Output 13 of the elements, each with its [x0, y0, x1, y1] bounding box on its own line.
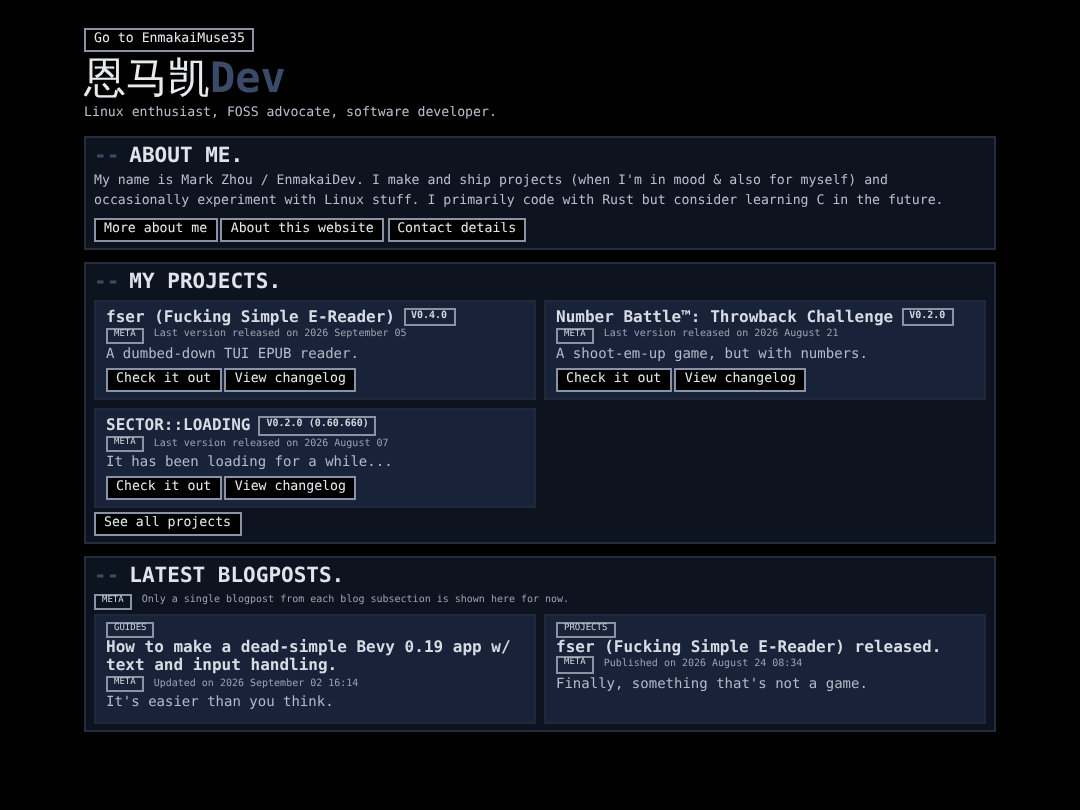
heading-prefix: --	[94, 270, 120, 295]
blog-title: fser (Fucking Simple E-Reader) released.	[556, 637, 944, 657]
section-heading: ABOUT ME.	[129, 143, 244, 167]
heading-prefix: --	[94, 143, 120, 167]
site-title-accent: Dev	[210, 53, 286, 102]
project-title: Number Battle™: Throwback Challenge	[556, 307, 894, 326]
project-title: fser (Fucking Simple E-Reader)	[106, 307, 395, 326]
blog-title: How to make a dead-simple Bevy 0.19 app w/ text and input handling.	[106, 637, 513, 677]
site-title: 恩马凯	[84, 53, 210, 102]
section-heading: LATEST BLOGPOSTS.	[129, 563, 345, 588]
project-title: SECTOR::LOADING	[106, 415, 251, 434]
heading-prefix: --	[94, 563, 120, 588]
section-heading: MY PROJECTS.	[129, 270, 282, 295]
